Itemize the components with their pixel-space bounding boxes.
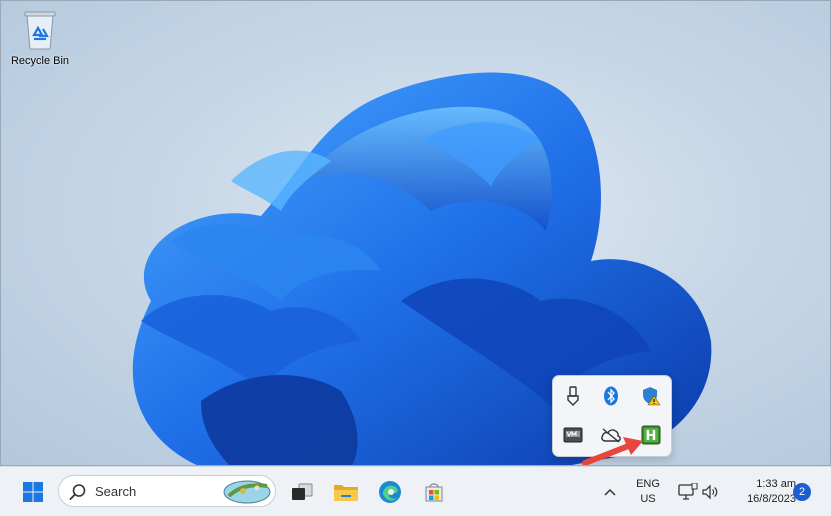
clock[interactable]: 1:33 am 16/8/2023 bbox=[724, 477, 796, 507]
red-arrow-annotation bbox=[582, 437, 643, 465]
volume-button[interactable] bbox=[694, 476, 726, 508]
clock-time: 1:33 am bbox=[756, 478, 796, 490]
show-hidden-icons-button[interactable] bbox=[594, 476, 626, 508]
store-button[interactable] bbox=[418, 476, 450, 508]
edge-icon bbox=[379, 481, 401, 503]
security-warning-icon[interactable] bbox=[640, 385, 662, 407]
store-icon bbox=[425, 483, 443, 502]
start-icon bbox=[23, 482, 43, 502]
task-view-button[interactable] bbox=[286, 476, 318, 508]
desktop[interactable]: Recycle Bin H bbox=[0, 0, 831, 466]
clock-date: 16/8/2023 bbox=[747, 493, 796, 505]
desktop-icon-recycle-bin[interactable]: Recycle Bin bbox=[7, 9, 73, 67]
search-highlight-art bbox=[223, 480, 271, 504]
file-explorer-button[interactable] bbox=[330, 476, 362, 508]
language-indicator[interactable]: ENG US bbox=[630, 477, 666, 507]
language-code: ENG bbox=[636, 478, 660, 490]
task-view-icon bbox=[292, 483, 313, 500]
bluetooth-icon[interactable] bbox=[600, 385, 622, 407]
edge-button[interactable] bbox=[374, 476, 406, 508]
taskbar: Search ENG US 1:33 am 16/8/2023 2 bbox=[0, 466, 831, 516]
language-region: US bbox=[640, 493, 656, 505]
recycle-bin-icon bbox=[24, 11, 56, 50]
search-box[interactable]: Search bbox=[58, 475, 276, 507]
search-placeholder: Search bbox=[95, 484, 137, 499]
wallpaper-bloom bbox=[132, 72, 712, 465]
chevron-up-icon bbox=[604, 488, 616, 496]
usb-eject-icon[interactable] bbox=[562, 385, 584, 407]
notification-badge[interactable]: 2 bbox=[793, 483, 811, 501]
file-explorer-icon bbox=[334, 485, 358, 501]
search-icon bbox=[69, 484, 86, 500]
start-button[interactable] bbox=[17, 476, 49, 508]
speaker-icon bbox=[702, 484, 718, 500]
desktop-icon-label: Recycle Bin bbox=[10, 55, 70, 67]
